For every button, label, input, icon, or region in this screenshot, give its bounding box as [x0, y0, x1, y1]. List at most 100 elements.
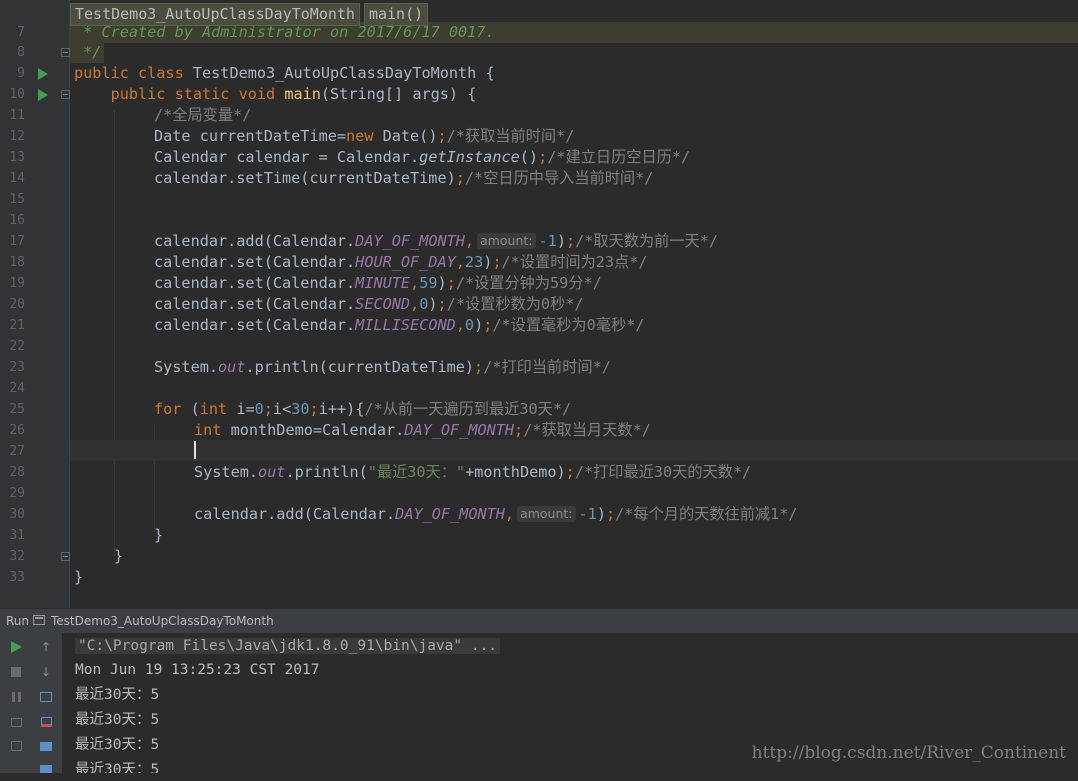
line-number: 20: [9, 297, 25, 312]
code-line: 24: [0, 378, 1078, 399]
code-line: 15: [0, 189, 1078, 210]
line-number: 7: [17, 25, 25, 40]
line-number: 29: [9, 486, 25, 501]
dump-threads-icon[interactable]: [4, 710, 28, 734]
code-text: }: [154, 526, 164, 544]
run-tab-label[interactable]: Run: [6, 614, 29, 628]
console-line: 最近30天：5: [75, 687, 160, 703]
line-number: 28: [9, 465, 25, 480]
code-line: 33 }: [0, 567, 1078, 588]
line-number: 22: [9, 339, 25, 354]
code-text: calendar.set(Calendar.HOUR_OF_DAY,23);/*…: [154, 253, 648, 271]
code-text: calendar.setTime(currentDateTime);/*空日历中…: [154, 169, 654, 187]
param-hint: amount:: [477, 233, 536, 249]
code-line: 10 public static void main(String[] args…: [0, 84, 1078, 105]
console-line: "C:\Program Files\Java\jdk1.8.0_91\bin\j…: [75, 634, 501, 658]
code-text: int monthDemo=Calendar.DAY_OF_MONTH;/*获取…: [194, 421, 651, 439]
console-line: Mon Jun 19 13:25:23 CST 2017: [75, 662, 320, 678]
code-line: 16: [0, 210, 1078, 231]
console-line: 最近30天：5: [75, 737, 160, 753]
console-command[interactable]: "C:\Program Files\Java\jdk1.8.0_91\bin\j…: [75, 638, 501, 654]
line-number: 31: [9, 528, 25, 543]
line-number: 10: [9, 87, 25, 102]
code-line: 31 }: [0, 525, 1078, 546]
run-class-icon[interactable]: [38, 68, 48, 80]
code-text: System.out.println("最近30天："+monthDemo);/…: [194, 463, 752, 481]
console-line: 最近30天：5: [75, 712, 160, 728]
code-text: System.out.println(currentDateTime);/*打印…: [154, 358, 611, 376]
breadcrumb-class[interactable]: TestDemo3_AutoUpClassDayToMonth: [70, 3, 360, 26]
console-icon: [33, 615, 45, 625]
code-text: calendar.add(Calendar.DAY_OF_MONTH, amoun…: [194, 505, 798, 523]
fold-icon[interactable]: [61, 552, 70, 561]
watermark: http://blog.csdn.net/River_Continent: [751, 743, 1066, 763]
code-text: }: [114, 547, 124, 565]
line-number: 13: [9, 150, 25, 165]
code-line: 27: [0, 441, 1078, 462]
breadcrumb-method[interactable]: main(): [363, 3, 429, 26]
line-number: 26: [9, 423, 25, 438]
code-text: calendar.set(Calendar.SECOND,0);/*设置秒数为0…: [154, 295, 584, 313]
code-line: 14 calendar.setTime(currentDateTime);/*空…: [0, 168, 1078, 189]
line-number: 23: [9, 360, 25, 375]
line-number: 12: [9, 129, 25, 144]
run-method-icon[interactable]: [38, 89, 48, 101]
stop-icon[interactable]: [4, 660, 28, 684]
code-text: for (int i=0;i<30;i++){/*从前一天遍历到最近30天*/: [154, 400, 572, 418]
code-line: 26 int monthDemo=Calendar.DAY_OF_MONTH;/…: [0, 420, 1078, 441]
code-text: */: [74, 43, 102, 61]
line-number: 18: [9, 255, 25, 270]
fold-icon[interactable]: [61, 48, 70, 57]
code-line: 23 System.out.println(currentDateTime);/…: [0, 357, 1078, 378]
code-line: 18 calendar.set(Calendar.HOUR_OF_DAY,23)…: [0, 252, 1078, 273]
code-line: 32 }: [0, 546, 1078, 567]
code-line: 13 Calendar calendar = Calendar.getInsta…: [0, 147, 1078, 168]
clear-all-icon[interactable]: [34, 757, 58, 781]
code-text: calendar.add(Calendar.DAY_OF_MONTH, amoun…: [154, 232, 719, 250]
run-config-tab[interactable]: TestDemo3_AutoUpClassDayToMonth: [51, 614, 274, 628]
code-line: 25 for (int i=0;i<30;i++){/*从前一天遍历到最近30天…: [0, 399, 1078, 420]
code-text: public class TestDemo3_AutoUpClassDayToM…: [74, 64, 495, 82]
code-editor[interactable]: TestDemo3_AutoUpClassDayToMonth main() 7…: [0, 0, 1078, 608]
line-number: 33: [9, 570, 25, 585]
code-line: 8 */: [0, 42, 1078, 63]
scroll-down-icon[interactable]: ↓: [34, 660, 58, 684]
scroll-to-end-icon[interactable]: [34, 710, 58, 734]
code-line: 11 /*全局变量*/: [0, 105, 1078, 126]
code-text: }: [74, 568, 84, 586]
run-panel-header: Run TestDemo3_AutoUpClassDayToMonth: [0, 608, 1078, 633]
breadcrumb: TestDemo3_AutoUpClassDayToMonth main(): [70, 3, 429, 26]
line-number: 24: [9, 381, 25, 396]
line-number: 16: [9, 213, 25, 228]
line-number: 9: [17, 66, 25, 81]
code-line: 28 System.out.println("最近30天："+monthDemo…: [0, 462, 1078, 483]
code-text: calendar.set(Calendar.MINUTE,59);/*设置分钟为…: [154, 274, 602, 292]
scroll-up-icon[interactable]: ↑: [34, 635, 58, 659]
line-number: 19: [9, 276, 25, 291]
code-line: 20 calendar.set(Calendar.SECOND,0);/*设置秒…: [0, 294, 1078, 315]
fold-icon[interactable]: [61, 90, 70, 99]
code-line: 19 calendar.set(Calendar.MINUTE,59);/*设置…: [0, 273, 1078, 294]
code-text: /*全局变量*/: [154, 106, 252, 124]
line-number: 11: [9, 108, 25, 123]
code-line: 30 calendar.add(Calendar.DAY_OF_MONTH, am…: [0, 504, 1078, 525]
code-line: 17 calendar.add(Calendar.DAY_OF_MONTH, am…: [0, 231, 1078, 252]
code-text: Calendar calendar = Calendar.getInstance…: [154, 148, 691, 166]
print-icon[interactable]: [34, 734, 58, 758]
line-number: 8: [17, 45, 25, 60]
code-line: 29: [0, 483, 1078, 504]
line-number: 21: [9, 318, 25, 333]
code-line: 21 calendar.set(Calendar.MILLISECOND,0);…: [0, 315, 1078, 336]
code-line: 9 public class TestDemo3_AutoUpClassDayT…: [0, 63, 1078, 84]
line-number: 15: [9, 192, 25, 207]
line-number: 25: [9, 402, 25, 417]
rerun-icon[interactable]: [4, 635, 28, 659]
code-text: calendar.set(Calendar.MILLISECOND,0);/*设…: [154, 316, 645, 334]
soft-wrap-icon[interactable]: [34, 685, 58, 709]
code-text: Date currentDateTime=new Date();/*获取当前时间…: [154, 127, 575, 145]
exit-icon[interactable]: [4, 734, 28, 758]
pause-icon[interactable]: [4, 685, 28, 709]
text-cursor: [194, 441, 196, 459]
line-number: 27: [9, 444, 25, 459]
run-toolbar: ↑ ↓: [0, 633, 63, 773]
